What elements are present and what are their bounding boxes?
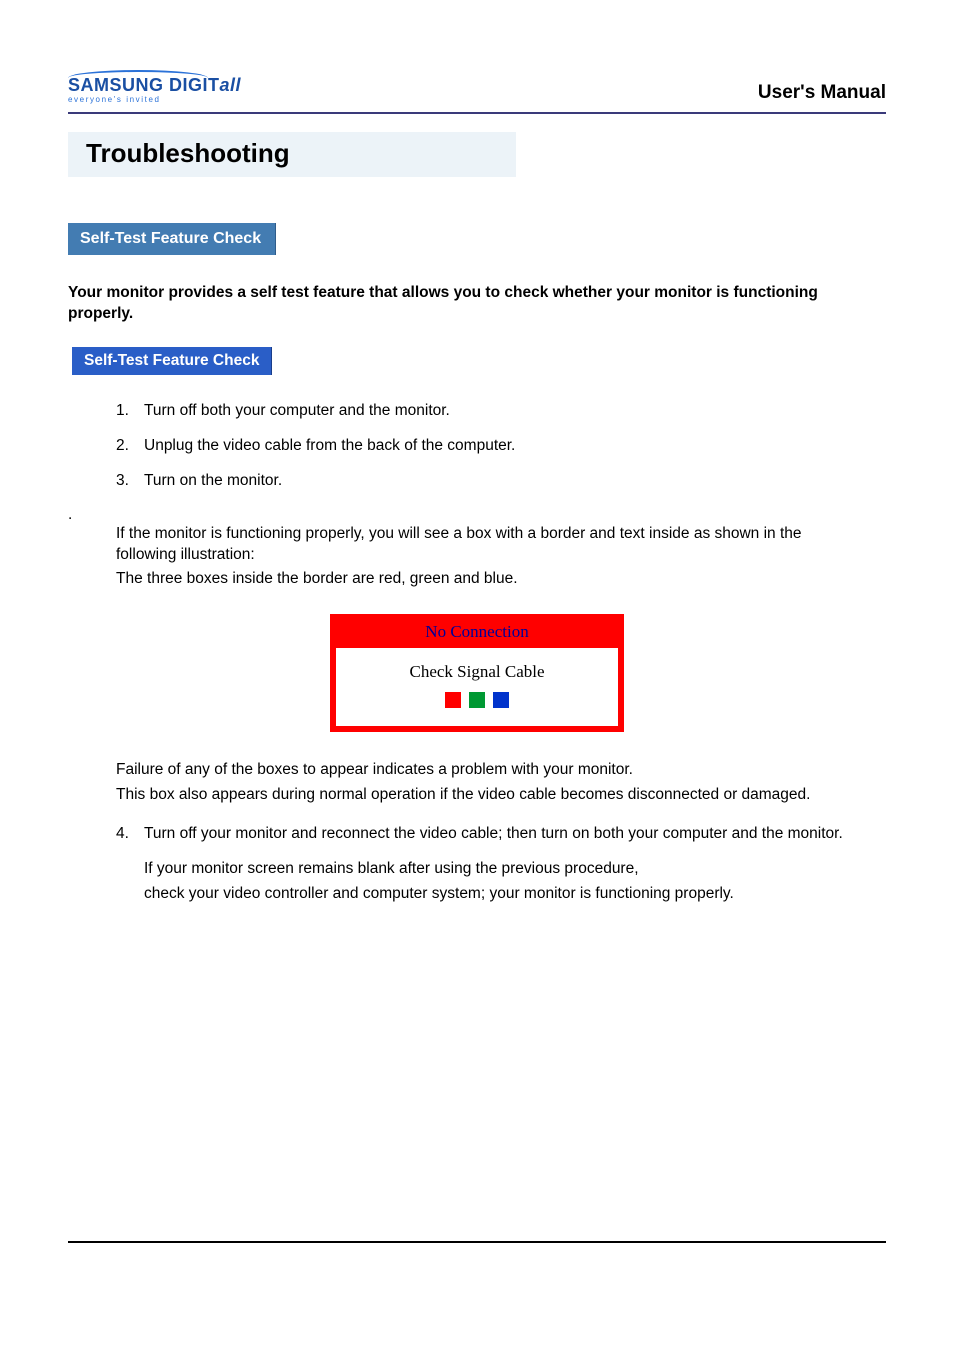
footer-divider	[68, 1241, 886, 1243]
subsection-heading-selftest: Self-Test Feature Check	[72, 347, 272, 375]
brand-logo: SAMSUNG DIGITall everyone's invited	[68, 70, 241, 104]
page-title: Troubleshooting	[68, 132, 516, 177]
green-square-icon	[469, 692, 485, 708]
manual-title: User's Manual	[758, 82, 886, 104]
list-item: 2. Unplug the video cable from the back …	[116, 436, 886, 457]
list-item: 3. Turn on the monitor.	[116, 471, 886, 492]
body-paragraph: Failure of any of the boxes to appear in…	[116, 760, 836, 781]
list-text: Turn off your monitor and reconnect the …	[144, 824, 843, 845]
diagram-title: No Connection	[336, 620, 618, 648]
body-paragraph: The three boxes inside the border are re…	[116, 569, 836, 590]
page: SAMSUNG DIGITall everyone's invited User…	[0, 0, 954, 1351]
list-number: 4.	[116, 824, 144, 845]
diagram-container: No Connection Check Signal Cable	[68, 614, 886, 732]
body-paragraph: check your video controller and computer…	[144, 884, 864, 905]
list-text: Turn off both your computer and the moni…	[144, 401, 450, 422]
body-paragraph: If the monitor is functioning properly, …	[116, 524, 836, 566]
list-number: 3.	[116, 471, 144, 492]
logo-text-main: SAMSUNG DIGIT	[68, 75, 220, 95]
logo-text: SAMSUNG DIGITall	[68, 76, 241, 94]
body-paragraph: If your monitor screen remains blank aft…	[144, 859, 864, 880]
list-text: Unplug the video cable from the back of …	[144, 436, 515, 457]
list-item: 4. Turn off your monitor and reconnect t…	[116, 824, 886, 845]
red-square-icon	[445, 692, 461, 708]
stray-dot: .	[68, 506, 886, 524]
diagram-inner: Check Signal Cable	[336, 648, 618, 726]
page-header: SAMSUNG DIGITall everyone's invited User…	[68, 70, 886, 104]
diagram-subtitle: Check Signal Cable	[344, 662, 610, 682]
list-item: 1. Turn off both your computer and the m…	[116, 401, 886, 422]
rgb-squares	[344, 692, 610, 708]
blue-square-icon	[493, 692, 509, 708]
section-heading-selftest: Self-Test Feature Check	[68, 223, 276, 255]
logo-tagline: everyone's invited	[68, 96, 241, 104]
procedure-list: 1. Turn off both your computer and the m…	[116, 401, 886, 492]
body-paragraph: This box also appears during normal oper…	[116, 785, 836, 806]
procedure-list-continued: 4. Turn off your monitor and reconnect t…	[116, 824, 886, 845]
list-number: 1.	[116, 401, 144, 422]
list-text: Turn on the monitor.	[144, 471, 282, 492]
header-divider	[68, 112, 886, 114]
no-connection-diagram: No Connection Check Signal Cable	[330, 614, 624, 732]
logo-text-italic: all	[220, 75, 242, 95]
intro-paragraph: Your monitor provides a self test featur…	[68, 283, 886, 325]
list-number: 2.	[116, 436, 144, 457]
